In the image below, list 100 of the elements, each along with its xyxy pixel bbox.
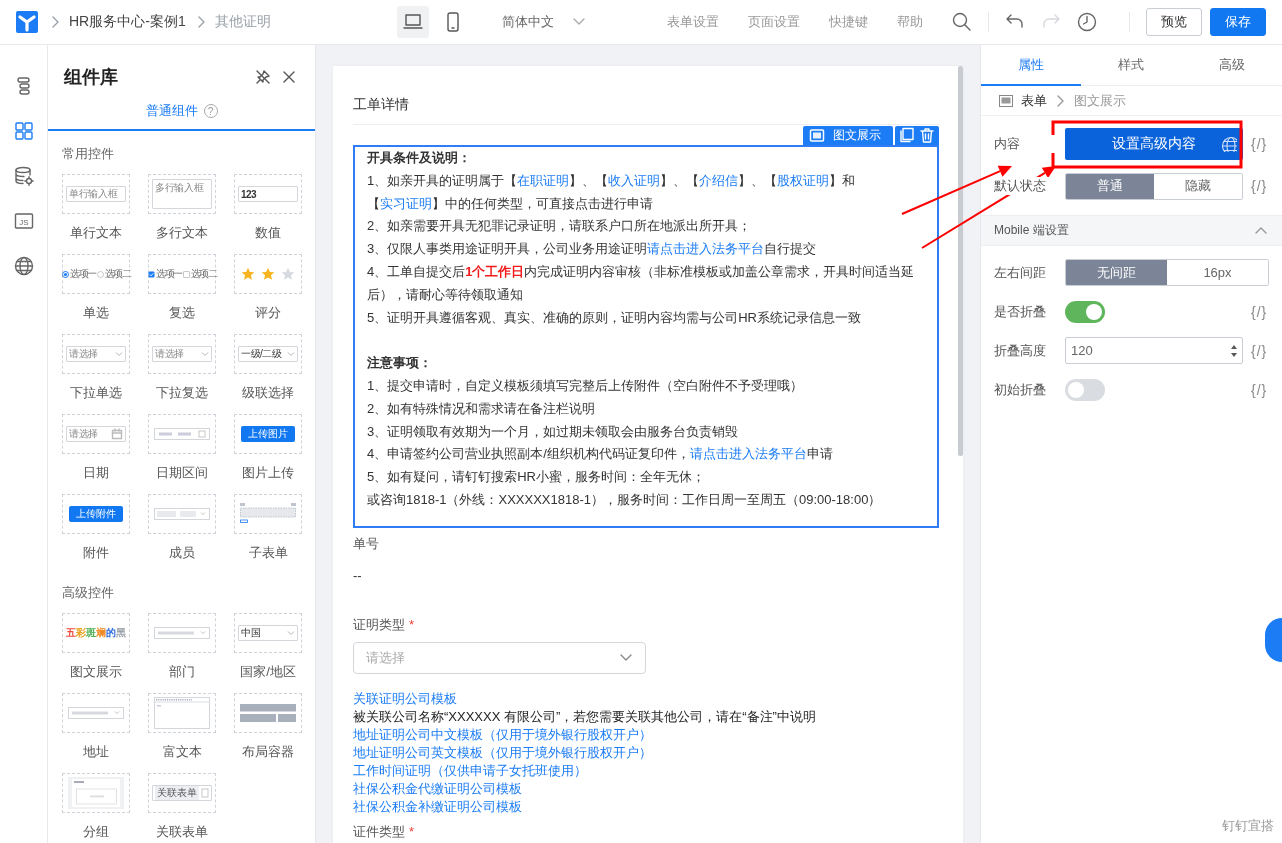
component-label: 单选 — [83, 304, 109, 322]
component-card[interactable] — [234, 693, 302, 733]
link[interactable]: 在职证明 — [517, 172, 570, 188]
subform-drawing — [240, 503, 296, 525]
code-toggle[interactable]: {/} — [1251, 381, 1268, 398]
component-card[interactable]: 五彩斑斓的黑 — [62, 613, 130, 653]
template-link[interactable]: 地址证明公司中文模板（仅用于境外银行股权开户） — [353, 725, 939, 744]
template-link[interactable]: 关联证明公司模板 — [353, 689, 939, 708]
select-field[interactable]: 请选择 — [353, 641, 646, 674]
rich-text-block[interactable] — [353, 145, 939, 528]
breadcrumb-item[interactable]: 表单 — [1021, 91, 1047, 110]
desktop-view-button[interactable] — [396, 6, 429, 38]
form-title: 工单详情 — [353, 94, 939, 125]
panel-tab[interactable]: 普通组件 ? — [48, 93, 315, 129]
template-link[interactable]: 社保公积金补缴证明公司模板 — [353, 797, 939, 816]
components-icon[interactable] — [13, 121, 34, 141]
component-card[interactable]: 123 — [234, 174, 302, 214]
component-card[interactable]: 选项一 选项二 — [148, 254, 216, 294]
menu-link[interactable]: 快捷键 — [829, 13, 868, 31]
required-mark: * — [409, 823, 415, 839]
copy-icon[interactable] — [899, 127, 915, 143]
colored-character: 彩 — [76, 627, 86, 639]
rich-text-drawing — [154, 697, 210, 729]
section-header[interactable]: Mobile 端设置 — [981, 215, 1282, 246]
language-select[interactable]: 简体中文 — [501, 13, 586, 31]
code-toggle[interactable]: {/} — [1251, 136, 1268, 152]
component-card[interactable]: 请选择 — [148, 334, 216, 374]
panel-tab[interactable]: 属性 — [981, 45, 1082, 86]
close-icon[interactable] — [281, 69, 297, 85]
paragraph: 1、如亲开具的证明属于【在职证明】、【收入证明】、【介绍信】、【股权证明】和【实习证明】中的任何类型，可直接点击进行申请 — [367, 171, 857, 213]
menu-link[interactable]: 表单设置 — [667, 13, 719, 31]
component-label: 地址 — [83, 743, 109, 761]
paragraph: 1、提交申请时，自定义模板须填写完整后上传附件（空白附件不予受理哦） — [367, 376, 805, 395]
toggle-switch[interactable] — [1065, 300, 1105, 323]
code-toggle[interactable]: {/} — [1251, 178, 1268, 194]
app-logo[interactable] — [16, 11, 38, 33]
link[interactable]: 实习证明 — [380, 195, 432, 211]
segment-option[interactable]: 普通 — [1066, 173, 1154, 199]
database-icon[interactable] — [13, 166, 34, 186]
component-card[interactable]: 一级/二级 — [234, 334, 302, 374]
component-label: 复选 — [169, 304, 195, 322]
number-field[interactable]: 120 — [1065, 337, 1243, 364]
scrollbar[interactable] — [958, 66, 963, 456]
breadcrumb-item[interactable]: HR服务中心-案例1 — [69, 13, 186, 31]
component-label: 富文本 — [162, 743, 202, 761]
segment-option[interactable]: 无间距 — [1066, 260, 1167, 285]
panel-tab[interactable]: 样式 — [1081, 45, 1182, 86]
advanced-content-button[interactable]: 设置高级内容 — [1065, 128, 1243, 160]
component-label: 数值 — [255, 224, 281, 242]
chevron-right-icon — [50, 15, 61, 29]
component-card[interactable]: 上传附件 — [62, 494, 130, 534]
link[interactable]: 请点击进入法务平台 — [647, 241, 765, 257]
component-card[interactable]: 上传图片 — [234, 414, 302, 454]
menu-link[interactable]: 页面设置 — [748, 13, 800, 31]
trash-icon[interactable] — [919, 127, 935, 143]
paragraph: 2、如亲需要开具无犯罪记录证明，请联系户口所在地派出所开具； — [367, 217, 753, 236]
layout-drawing — [240, 704, 296, 722]
chevron-down-icon — [287, 350, 295, 358]
template-link[interactable]: 地址证明公司英文模板（仅用于境外银行股权开户） — [353, 743, 939, 762]
preview-text: 选项二 — [104, 267, 130, 281]
component-label: 多行文本 — [156, 224, 208, 242]
upload-button-preview: 上传附件 — [69, 506, 123, 522]
link[interactable]: 请点击进入法务平台 — [689, 446, 807, 462]
field-label: 单号 — [353, 535, 379, 551]
component-card[interactable]: 请选择 — [62, 414, 130, 454]
search-icon[interactable] — [952, 12, 972, 32]
floating-button[interactable] — [1265, 618, 1282, 662]
code-toggle[interactable]: {/} — [1251, 342, 1268, 359]
link[interactable]: 收入证明 — [608, 172, 661, 188]
component-card[interactable]: 中国 — [234, 613, 302, 653]
pin-icon[interactable] — [255, 69, 271, 85]
form-icon — [999, 94, 1013, 107]
globe-icon[interactable] — [13, 256, 34, 276]
component-label: 下拉单选 — [70, 384, 122, 402]
component-card[interactable]: 多行输入框 — [148, 174, 216, 214]
link[interactable]: 股权证明 — [777, 172, 830, 188]
link[interactable]: 介绍信 — [699, 172, 739, 188]
save-button[interactable]: 保存 — [1210, 8, 1266, 36]
preview-text: 多行输入框 — [155, 181, 204, 195]
component-label: 国家/地区 — [240, 663, 296, 681]
panel-tab[interactable]: 高级 — [1181, 45, 1282, 86]
component-card[interactable]: 单行输入框 — [62, 174, 130, 214]
preview-text: 选项一 — [156, 267, 182, 281]
component-card[interactable]: 选项一 选项二 — [62, 254, 130, 294]
preview-button[interactable]: 预览 — [1146, 8, 1202, 36]
template-link[interactable]: 社保公积金代缴证明公司模板 — [353, 779, 939, 798]
component-label: 图文展示 — [70, 663, 122, 681]
star-icon — [261, 267, 275, 281]
code-toggle[interactable]: {/} — [1251, 303, 1268, 320]
clock-icon[interactable] — [1077, 12, 1097, 32]
js-icon[interactable]: JS — [13, 211, 34, 231]
component-card[interactable]: 关联表单 — [148, 773, 216, 813]
component-label: 分组 — [83, 823, 109, 841]
toggle-switch[interactable] — [1065, 378, 1105, 401]
menu-link[interactable]: 帮助 — [897, 13, 923, 31]
template-link[interactable]: 工作时间证明（仅供申请子女托班使用） — [353, 761, 939, 780]
paragraph: 或咨询1818-1（外线：XXXXXX1818-1），服务时间：工作日周一至周五（09:00-18:00） — [367, 490, 883, 509]
component-card[interactable]: 请选择 — [62, 334, 130, 374]
field-label: 证件类型 — [353, 823, 405, 839]
preview-text: 选项二 — [190, 267, 216, 281]
